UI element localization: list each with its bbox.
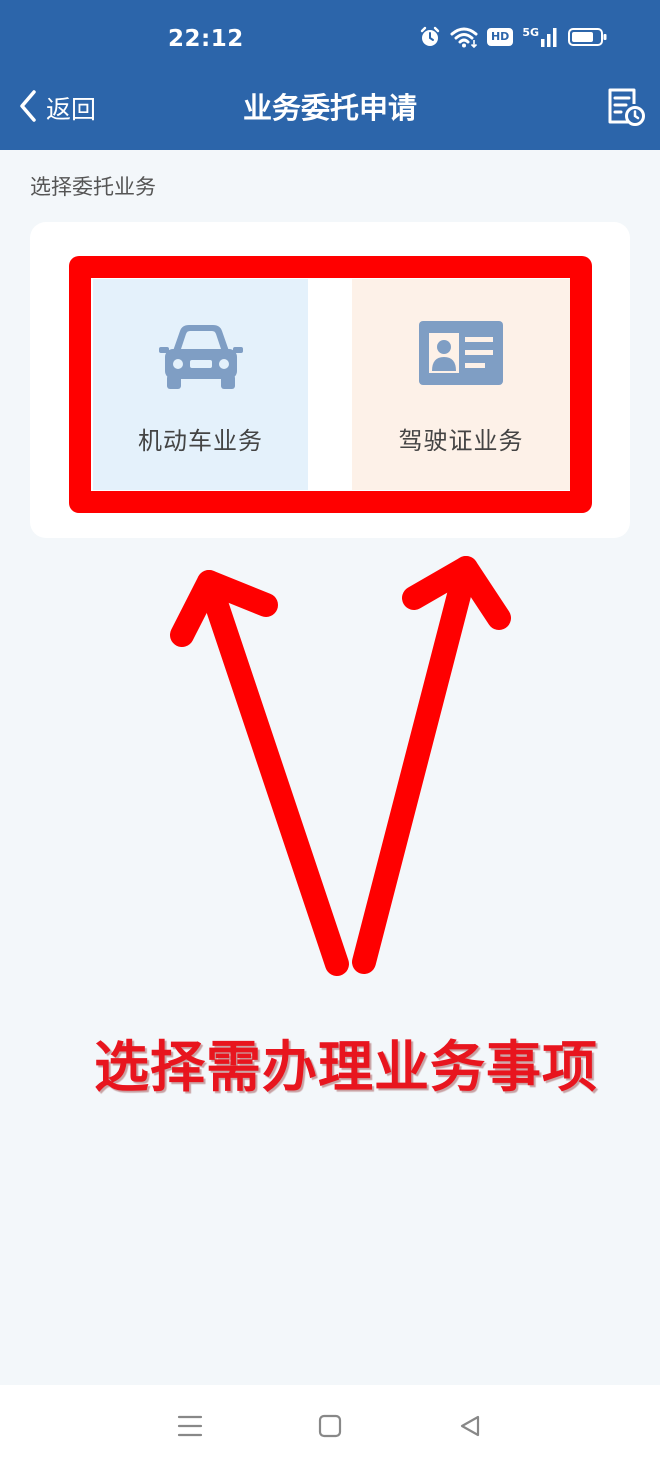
right-arrow-head bbox=[402, 556, 511, 630]
hd-badge: HD bbox=[486, 28, 514, 46]
wifi-icon bbox=[450, 26, 478, 48]
license-business-tile[interactable]: 驾驶证业务 bbox=[352, 279, 570, 490]
network-label: 5G bbox=[522, 26, 539, 39]
left-arrow-shaft bbox=[197, 570, 349, 976]
vehicle-business-label: 机动车业务 bbox=[138, 427, 263, 455]
vehicle-business-tile[interactable]: 机动车业务 bbox=[93, 279, 308, 490]
left-arrow-head bbox=[170, 570, 278, 647]
status-time: 22:12 bbox=[168, 26, 244, 52]
app-header: 22:12 HD 5G 返回 业务委托申请 bbox=[0, 0, 660, 150]
status-icons: HD 5G bbox=[419, 26, 608, 48]
id-card-icon bbox=[419, 321, 503, 389]
alarm-icon bbox=[419, 26, 441, 48]
section-label: 选择委托业务 bbox=[30, 175, 156, 199]
history-record-button[interactable] bbox=[604, 86, 646, 132]
5g-signal-icon: 5G bbox=[522, 27, 559, 47]
annotation-arrows bbox=[170, 556, 511, 976]
history-record-icon bbox=[604, 88, 646, 132]
annotation-text: 选择需办理业务事项 bbox=[94, 1035, 599, 1099]
license-business-label: 驾驶证业务 bbox=[398, 427, 524, 455]
home-icon[interactable] bbox=[300, 1396, 360, 1456]
menu-icon[interactable] bbox=[160, 1396, 220, 1456]
car-icon bbox=[158, 321, 243, 395]
battery-icon bbox=[568, 27, 608, 47]
system-nav-bar bbox=[0, 1385, 660, 1467]
right-arrow-shaft bbox=[352, 556, 478, 974]
page-title: 业务委托申请 bbox=[242, 91, 417, 125]
back-triangle-icon[interactable] bbox=[440, 1396, 500, 1456]
